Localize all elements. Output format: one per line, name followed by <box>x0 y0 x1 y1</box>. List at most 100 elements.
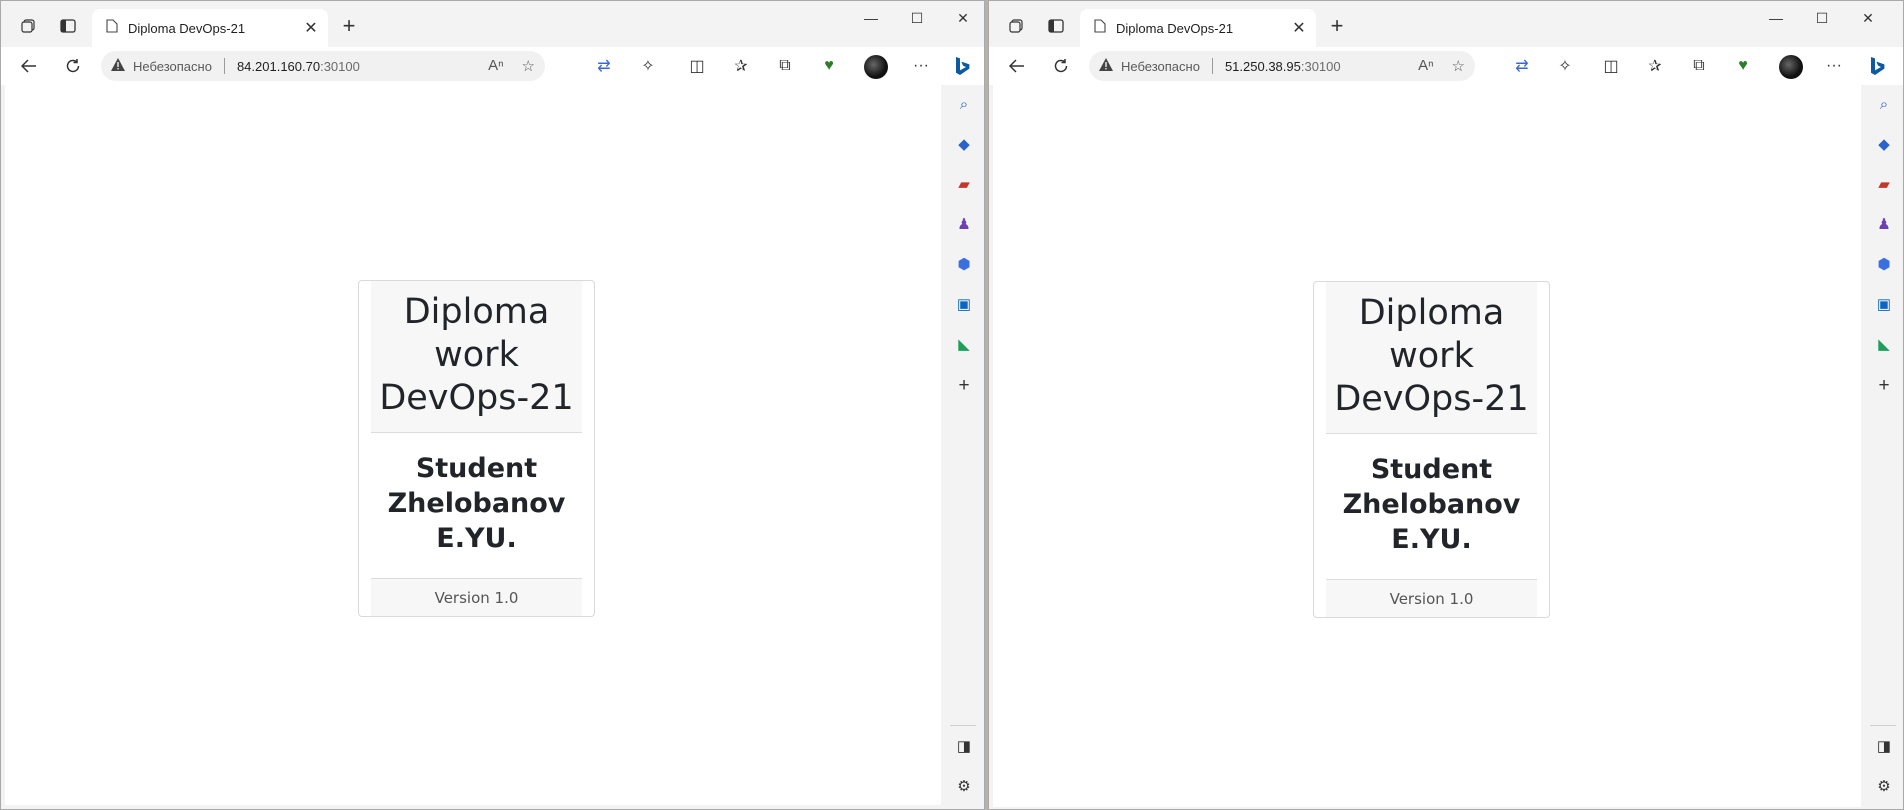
back-arrow-icon[interactable] <box>1001 51 1033 81</box>
toolbar: Небезопасно 84.201.160.70:30100 Aⁿ ☆ ⇄ ✧… <box>1 47 984 85</box>
search-icon[interactable]: ⌕ <box>953 93 975 115</box>
back-arrow-icon[interactable] <box>13 51 45 81</box>
bing-icon[interactable] <box>947 51 977 81</box>
close-window-button[interactable]: ✕ <box>941 3 984 33</box>
read-aloud-icon[interactable]: Aⁿ <box>1418 57 1433 75</box>
profile-avatar[interactable] <box>1779 55 1803 79</box>
warning-icon[interactable] <box>111 58 125 74</box>
tab-actions-icon[interactable] <box>1001 13 1031 39</box>
read-aloud-icon[interactable]: Aⁿ <box>488 57 503 75</box>
url-port: :30100 <box>1300 58 1341 74</box>
url-host: 51.250.38.95 <box>1224 58 1301 74</box>
browser-window-left: Diploma DevOps-21 ✕ + — ☐ ✕ Небезопасно … <box>0 0 985 810</box>
diploma-card: Diploma work DevOps-21 Student Zhelobano… <box>1313 281 1550 618</box>
address-separator <box>1211 58 1213 74</box>
url-text[interactable]: 51.250.38.95:30100 <box>1225 59 1341 74</box>
card-student: Student Zhelobanov E.YU. <box>387 453 566 554</box>
card-title: Diploma work DevOps-21 <box>1326 282 1537 434</box>
security-label[interactable]: Небезопасно <box>1121 59 1200 74</box>
maximize-button[interactable]: ☐ <box>895 3 939 33</box>
diploma-card: Diploma work DevOps-21 Student Zhelobano… <box>358 280 595 617</box>
card-version: Version 1.0 <box>371 578 582 616</box>
collections-icon[interactable]: ⧉ <box>1686 53 1712 79</box>
url-text[interactable]: 84.201.160.70:30100 <box>237 59 360 74</box>
tab-title: Diploma DevOps-21 <box>128 20 246 36</box>
more-icon[interactable]: ··· <box>908 53 934 79</box>
split-screen-icon[interactable]: ◫ <box>1598 53 1624 79</box>
office-icon[interactable]: ⬢ <box>1873 253 1895 275</box>
refresh-icon[interactable] <box>1045 51 1077 81</box>
settings-gear-icon[interactable]: ⚙ <box>953 775 975 797</box>
search-icon[interactable]: ⌕ <box>1873 93 1895 115</box>
more-icon[interactable]: ··· <box>1821 53 1847 79</box>
profile-avatar[interactable] <box>864 55 888 79</box>
add-sidebar-icon[interactable]: + <box>953 375 975 397</box>
address-actions: Aⁿ ☆ <box>488 57 535 75</box>
security-label[interactable]: Небезопасно <box>133 59 212 74</box>
maximize-button[interactable]: ☐ <box>1800 3 1844 33</box>
close-tab-icon[interactable]: ✕ <box>302 18 320 38</box>
title-bar: Diploma DevOps-21 ✕ + — ☐ ✕ <box>1 1 984 47</box>
games-icon[interactable]: ♟ <box>953 213 975 235</box>
outlook-icon[interactable]: ▣ <box>1873 293 1895 315</box>
page-icon <box>1094 18 1106 38</box>
favorites-icon[interactable]: ✰ <box>1642 53 1668 79</box>
browser-window-right: Diploma DevOps-21 ✕ + — ☐ ✕ Небезопасно … <box>988 0 1904 810</box>
card-title: Diploma work DevOps-21 <box>371 281 582 433</box>
split-screen-icon[interactable]: ◫ <box>684 53 710 79</box>
warning-icon[interactable] <box>1099 58 1113 74</box>
favorites-icon[interactable]: ✰ <box>728 53 754 79</box>
vertical-tabs-icon[interactable] <box>53 13 83 39</box>
shopping-tag-icon[interactable]: ◆ <box>1873 133 1895 155</box>
page-icon <box>106 18 118 38</box>
outlook-icon[interactable]: ▣ <box>953 293 975 315</box>
minimize-button[interactable]: — <box>849 3 893 33</box>
new-tab-button[interactable]: + <box>1323 13 1351 39</box>
tools-icon[interactable]: ▰ <box>1873 173 1895 195</box>
translate-icon[interactable]: ⇄ <box>1509 53 1535 79</box>
title-bar: Diploma DevOps-21 ✕ + — ☐ ✕ <box>989 1 1903 47</box>
edge-sidebar: ⌕ ◆ ▰ ♟ ⬢ ▣ ◣ + ◨ ⚙ <box>1863 85 1903 809</box>
drop-icon[interactable]: ◣ <box>1873 333 1895 355</box>
sidebar-divider <box>1870 725 1896 726</box>
page-content: Diploma work DevOps-21 Student Zhelobano… <box>5 85 941 805</box>
new-tab-button[interactable]: + <box>335 13 363 39</box>
vertical-tabs-icon[interactable] <box>1041 13 1071 39</box>
extensions-icon[interactable]: ✧ <box>635 53 661 79</box>
page-content: Diploma work DevOps-21 Student Zhelobano… <box>993 85 1861 807</box>
minimize-button[interactable]: — <box>1754 3 1798 33</box>
extensions-icon[interactable]: ✧ <box>1552 53 1578 79</box>
address-separator <box>223 58 225 74</box>
star-icon[interactable]: ☆ <box>522 57 535 75</box>
tab-diploma[interactable]: Diploma DevOps-21 ✕ <box>92 9 328 47</box>
tab-title: Diploma DevOps-21 <box>1116 20 1234 36</box>
sidebar-toggle-icon[interactable]: ◨ <box>1873 735 1895 757</box>
drop-icon[interactable]: ◣ <box>953 333 975 355</box>
settings-gear-icon[interactable]: ⚙ <box>1873 775 1895 797</box>
address-bar[interactable]: Небезопасно 51.250.38.95:30100 Aⁿ ☆ <box>1089 51 1475 81</box>
star-icon[interactable]: ☆ <box>1452 57 1465 75</box>
tab-actions-icon[interactable] <box>13 13 43 39</box>
translate-icon[interactable]: ⇄ <box>591 53 617 79</box>
edge-sidebar: ⌕ ◆ ▰ ♟ ⬢ ▣ ◣ + ◨ ⚙ <box>943 85 983 809</box>
shopping-tag-icon[interactable]: ◆ <box>953 133 975 155</box>
games-icon[interactable]: ♟ <box>1873 213 1895 235</box>
address-bar[interactable]: Небезопасно 84.201.160.70:30100 Aⁿ ☆ <box>101 51 545 81</box>
bing-icon[interactable] <box>1862 51 1892 81</box>
performance-icon[interactable]: ♥ <box>1730 53 1756 79</box>
performance-icon[interactable]: ♥ <box>816 53 842 79</box>
refresh-icon[interactable] <box>57 51 89 81</box>
sidebar-divider <box>950 725 976 726</box>
collections-icon[interactable]: ⧉ <box>772 53 798 79</box>
close-tab-icon[interactable]: ✕ <box>1290 18 1308 38</box>
add-sidebar-icon[interactable]: + <box>1873 375 1895 397</box>
toolbar: Небезопасно 51.250.38.95:30100 Aⁿ ☆ ⇄ ✧ … <box>989 47 1903 85</box>
sidebar-toggle-icon[interactable]: ◨ <box>953 735 975 757</box>
tab-diploma[interactable]: Diploma DevOps-21 ✕ <box>1080 9 1316 47</box>
card-student: Student Zhelobanov E.YU. <box>1342 454 1521 555</box>
address-actions: Aⁿ ☆ <box>1418 57 1465 75</box>
card-version: Version 1.0 <box>1326 579 1537 617</box>
close-window-button[interactable]: ✕ <box>1846 3 1890 33</box>
tools-icon[interactable]: ▰ <box>953 173 975 195</box>
office-icon[interactable]: ⬢ <box>953 253 975 275</box>
